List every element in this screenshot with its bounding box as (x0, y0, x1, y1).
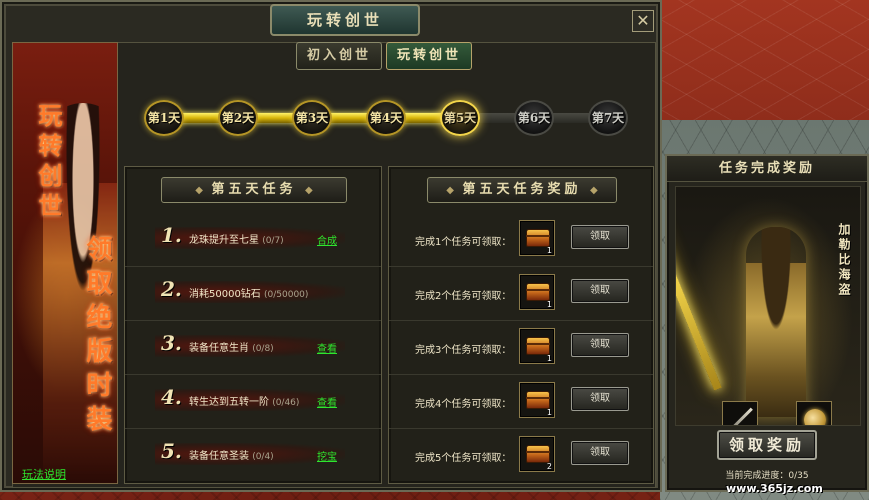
left-banner-art: 玩转创世 领取绝版时装 (12, 42, 118, 484)
day-node-4[interactable]: 第4天 (366, 100, 406, 136)
task-progress: (0/8) (252, 344, 274, 354)
reward-item-slot[interactable]: 1 (519, 328, 555, 364)
claim-button[interactable]: 领取 (571, 333, 629, 357)
task-row: 2. 消耗50000钻石 (0/50000) (125, 267, 381, 321)
ornament-right-icon: ◆ (590, 185, 598, 196)
task-number: 5. (161, 439, 182, 463)
task-action-link[interactable]: 查看 (317, 394, 337, 409)
orb-icon (804, 409, 826, 425)
tab-beginner[interactable]: 初入创世 (296, 42, 382, 70)
claim-final-reward-button[interactable]: 领取奖励 (717, 430, 817, 460)
task-name: 装备任意圣装 (0/4) (189, 451, 274, 462)
task-row: 1. 龙珠提升至七星 (0/7) 合成 (125, 213, 381, 267)
day-node-6[interactable]: 第6天 (514, 100, 554, 136)
task-progress: (0/50000) (264, 290, 309, 300)
treasure-chest-icon (526, 283, 550, 301)
reward-preview-art: 加勒比海盗 (675, 186, 861, 426)
item-quantity: 1 (546, 408, 552, 417)
reward-condition: 完成2个任务可领取： (415, 291, 512, 302)
reward-item-slot[interactable]: 1 (519, 220, 555, 256)
task-action-link[interactable]: 查看 (317, 340, 337, 355)
site-watermark: www.365jz.com (726, 482, 823, 495)
task-name: 转生达到五转一阶 (0/46) (189, 397, 300, 408)
reward-item-slot[interactable]: 1 (519, 274, 555, 310)
window-title: 玩转创世 (270, 4, 420, 36)
task-progress: (0/7) (262, 236, 284, 246)
day-node-5[interactable]: 第5天 (440, 100, 480, 136)
help-link[interactable]: 玩法说明 (22, 466, 66, 482)
treasure-chest-icon (526, 445, 550, 463)
reward-row: 完成1个任务可领取： 1 领取 (389, 213, 653, 267)
task-row: 5. 装备任意圣装 (0/4) 挖宝 (125, 429, 381, 483)
item-quantity: 1 (546, 300, 552, 309)
task-panel-header: ◆ 第五天任务 ◆ (161, 177, 347, 203)
claim-button[interactable]: 领取 (571, 279, 629, 303)
glowing-sword-icon (676, 202, 722, 391)
task-number: 2. (161, 277, 182, 301)
sword-icon (728, 407, 753, 425)
completion-progress: 当前完成进度：0/35 (725, 471, 809, 481)
task-name: 消耗50000钻石 (0/50000) (189, 289, 309, 300)
ornament-left-icon: ◆ (446, 185, 454, 196)
task-progress: (0/46) (272, 398, 300, 408)
reward-condition: 完成1个任务可领取： (415, 237, 512, 248)
reward-panel: ◆ 第五天任务奖励 ◆ 完成1个任务可领取： 1 领取 完成2个任务可领取： 1… (388, 166, 654, 484)
task-number: 4. (161, 385, 182, 409)
tab-advanced[interactable]: 玩转创世 (386, 42, 472, 70)
task-row: 3. 装备任意生肖 (0/8) 查看 (125, 321, 381, 375)
reward-row: 完成4个任务可领取： 1 领取 (389, 375, 653, 429)
treasure-chest-icon (526, 337, 550, 355)
reward-condition: 完成4个任务可领取： (415, 399, 512, 410)
reward-panel-header: ◆ 第五天任务奖励 ◆ (427, 177, 617, 203)
side-window-title: 任务完成奖励 (667, 156, 867, 182)
completion-reward-window: 任务完成奖励 加勒比海盗 领取奖励 当前完成进度：0/35 (665, 154, 869, 492)
task-name: 装备任意生肖 (0/8) (189, 343, 274, 354)
task-name: 龙珠提升至七星 (0/7) (189, 235, 284, 246)
claim-button[interactable]: 领取 (571, 225, 629, 249)
task-number: 1. (161, 223, 182, 247)
reward-condition: 完成3个任务可领取： (415, 345, 512, 356)
day-node-7[interactable]: 第7天 (588, 100, 628, 136)
task-number: 3. (161, 331, 182, 355)
reward-condition: 完成5个任务可领取： (415, 453, 512, 464)
banner-title: 玩转创世 (34, 103, 63, 223)
reward-row: 完成5个任务可领取： 2 领取 (389, 429, 653, 483)
task-panel-title: 第五天任务 (211, 182, 297, 197)
treasure-chest-icon (526, 229, 550, 247)
task-action-link[interactable]: 挖宝 (317, 448, 337, 463)
pirate-costume-figure (746, 227, 806, 417)
treasure-chest-icon (526, 391, 550, 409)
reward-panel-title: 第五天任务奖励 (462, 182, 582, 197)
claim-button[interactable]: 领取 (571, 441, 629, 465)
claim-button[interactable]: 领取 (571, 387, 629, 411)
day-node-2[interactable]: 第2天 (218, 100, 258, 136)
reward-row: 完成3个任务可领取： 1 领取 (389, 321, 653, 375)
item-quantity: 1 (546, 246, 552, 255)
reward-item-slot[interactable]: 2 (519, 436, 555, 472)
task-row: 4. 转生达到五转一阶 (0/46) 查看 (125, 375, 381, 429)
day-node-1[interactable]: 第1天 (144, 100, 184, 136)
banner-slogan: 领取绝版时装 (82, 235, 112, 439)
close-icon[interactable]: ✕ (632, 10, 654, 32)
reward-item-slot[interactable]: 1 (519, 382, 555, 418)
reward-name: 加勒比海盗 (837, 223, 851, 298)
reward-row: 完成2个任务可领取： 1 领取 (389, 267, 653, 321)
task-action-link[interactable]: 合成 (317, 232, 337, 247)
ornament-left-icon: ◆ (195, 185, 203, 196)
weapon-item-slot[interactable] (722, 401, 758, 425)
day-node-3[interactable]: 第3天 (292, 100, 332, 136)
ornament-right-icon: ◆ (305, 185, 313, 196)
item-quantity: 2 (546, 462, 552, 471)
item-quantity: 1 (546, 354, 552, 363)
costume-item-slot[interactable] (796, 401, 832, 425)
task-panel: ◆ 第五天任务 ◆ 1. 龙珠提升至七星 (0/7) 合成 2. 消耗50000… (124, 166, 382, 484)
task-progress: (0/4) (252, 452, 274, 462)
